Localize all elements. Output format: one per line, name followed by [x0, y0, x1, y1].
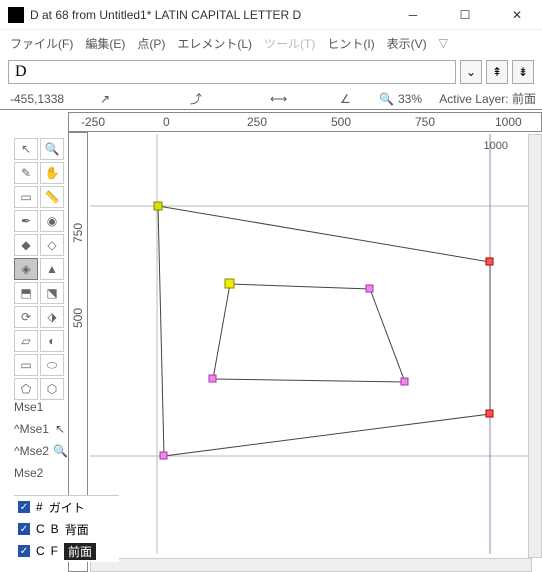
horizontal-scrollbar[interactable] [90, 558, 532, 572]
mouse-indicator: Mse1 ^Mse1 ↖ ^Mse2 🔍 Mse2 [14, 396, 74, 484]
checkbox-icon[interactable]: ✓ [18, 545, 30, 557]
rotate3d-tool[interactable]: ◐ [40, 330, 64, 352]
info-bar: -455,1338 ↗ ⤴ ⟷ ∠ 🔍33% Active Layer: 前面 [0, 88, 542, 110]
layer-fore[interactable]: ✓ CF前面 [14, 540, 119, 562]
glyph-canvas[interactable]: 1000 [90, 134, 532, 562]
magnify-tool[interactable]: 🔍 [40, 138, 64, 160]
perspective-tool[interactable]: ▱ [14, 330, 38, 352]
rotate-tool[interactable]: ⟳ [14, 306, 38, 328]
glyph-input[interactable] [8, 60, 456, 84]
menu-point[interactable]: 点(P) [137, 35, 165, 52]
skew-tool[interactable]: ⬗ [40, 306, 64, 328]
minimize-button[interactable]: ─ [396, 4, 430, 26]
angle-icon: ∠ [340, 92, 351, 106]
ellipse-tool[interactable]: ⬭ [40, 354, 64, 376]
layer-panel: ✓ #ガイト ✓ CB背面 ✓ CF前面 [14, 495, 119, 562]
tangent-icon: ↗ [100, 92, 110, 106]
window-title: D at 68 from Untitled1* LATIN CAPITAL LE… [30, 8, 396, 22]
pointer-tool[interactable]: ↖ [14, 138, 38, 160]
glyph-input-row: ⌄ ⇞ ⇟ [0, 56, 542, 88]
menu-view[interactable]: 表示(V) [387, 35, 427, 52]
curve-icon: ⤴ [190, 90, 202, 107]
advance-width-label: 1000 [484, 140, 508, 152]
curve-point-tool[interactable]: ◆ [14, 234, 38, 256]
hv-curve-tool[interactable]: ◇ [40, 234, 64, 256]
menu-file[interactable]: ファイル(F) [10, 35, 73, 52]
ruler-tool[interactable]: 📏 [40, 186, 64, 208]
toolbox: ↖ 🔍 ✎ ✋ ▭ 📏 ✒ ◉ ◆ ◇ ◈ ▲ ⬒ ⬔ ⟳ ⬗ ▱ ◐ ▭ ⬭ … [14, 138, 66, 400]
menu-overflow-icon[interactable]: ▽ [439, 36, 448, 50]
prev-glyph-button[interactable]: ⇞ [486, 60, 508, 84]
glyph-dropdown-button[interactable]: ⌄ [460, 60, 482, 84]
active-layer[interactable]: Active Layer: 前面 [439, 90, 536, 107]
menu-hint[interactable]: ヒント(I) [327, 35, 374, 52]
flip-tool[interactable]: ⬔ [40, 282, 64, 304]
horizontal-ruler: -250 0 250 500 750 1000 [68, 112, 542, 132]
title-bar: D at 68 from Untitled1* LATIN CAPITAL LE… [0, 0, 542, 30]
menu-edit[interactable]: 編集(E) [85, 35, 125, 52]
zoom-level[interactable]: 🔍33% [379, 92, 422, 106]
menu-element[interactable]: エレメント(L) [177, 35, 252, 52]
rect-tool[interactable]: ▭ [14, 354, 38, 376]
freehand-tool[interactable]: ✎ [14, 162, 38, 184]
vertical-scrollbar[interactable] [528, 134, 542, 558]
pen-tool[interactable]: ✒ [14, 210, 38, 232]
layer-back[interactable]: ✓ CB背面 [14, 518, 119, 540]
checkbox-icon[interactable]: ✓ [18, 501, 30, 513]
glyph-drawing [90, 134, 530, 554]
menu-bar: ファイル(F) 編集(E) 点(P) エレメント(L) ツール(T) ヒント(I… [0, 30, 542, 56]
menu-tool: ツール(T) [264, 35, 315, 52]
app-icon [8, 7, 24, 23]
checkbox-icon[interactable]: ✓ [18, 523, 30, 535]
width-icon: ⟷ [270, 92, 287, 106]
layer-guide[interactable]: ✓ #ガイト [14, 496, 119, 518]
close-button[interactable]: ✕ [500, 4, 534, 26]
scale-tool[interactable]: ⬒ [14, 282, 38, 304]
tangent-point-tool[interactable]: ▲ [40, 258, 64, 280]
hand-tool[interactable]: ✋ [40, 162, 64, 184]
cursor-coords: -455,1338 [10, 92, 64, 106]
knife-tool[interactable]: ▭ [14, 186, 38, 208]
maximize-button[interactable]: ☐ [448, 4, 482, 26]
corner-point-tool[interactable]: ◈ [14, 258, 38, 280]
next-glyph-button[interactable]: ⇟ [512, 60, 534, 84]
spiro-tool[interactable]: ◉ [40, 210, 64, 232]
